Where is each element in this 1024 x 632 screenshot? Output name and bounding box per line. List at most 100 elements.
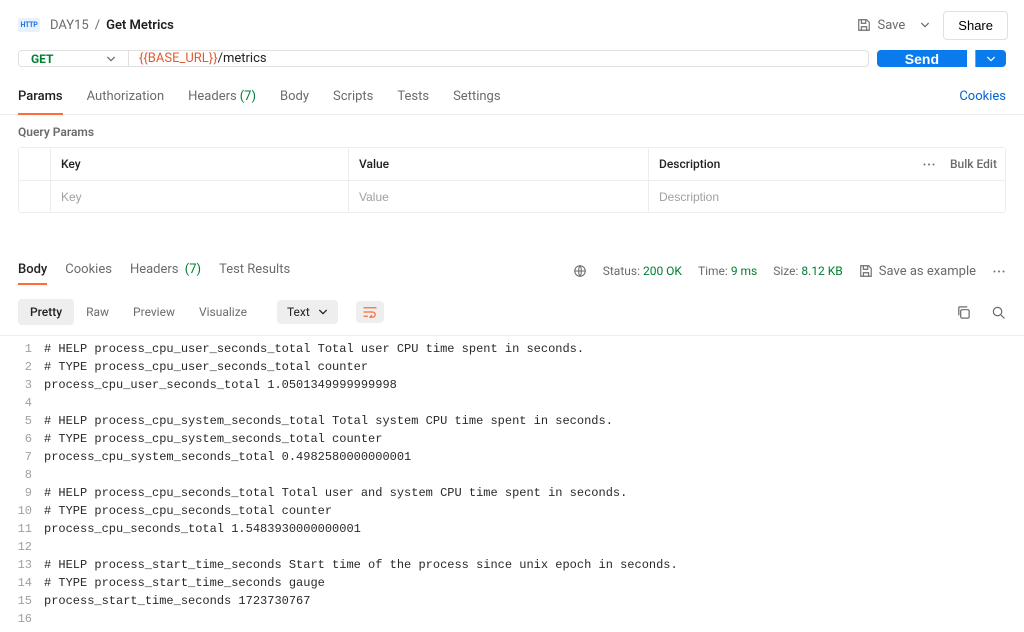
line-number: 9 [0, 484, 44, 502]
tab-headers-count: (7) [240, 89, 256, 104]
code-line: 2# TYPE process_cpu_user_seconds_total c… [0, 358, 1024, 376]
send-dropdown[interactable] [975, 50, 1006, 67]
bulk-edit-button[interactable]: Bulk Edit [950, 157, 997, 171]
code-line: 7process_cpu_system_seconds_total 0.4982… [0, 448, 1024, 466]
line-number: 3 [0, 376, 44, 394]
code-line: 1# HELP process_cpu_user_seconds_total T… [0, 340, 1024, 358]
method-label: GET [31, 52, 53, 66]
http-badge-icon: HTTP [18, 18, 40, 32]
method-select[interactable]: GET [19, 51, 129, 66]
line-number: 6 [0, 430, 44, 448]
chevron-down-icon [920, 20, 930, 30]
view-preview[interactable]: Preview [121, 299, 187, 325]
body-mode-select[interactable]: Text [277, 300, 338, 324]
save-dropdown[interactable] [913, 10, 937, 40]
time-label: Time: [698, 264, 728, 278]
col-desc: Description Bulk Edit [649, 148, 1005, 180]
wrap-toggle[interactable] [356, 301, 384, 323]
tab-scripts[interactable]: Scripts [333, 79, 373, 114]
line-number: 10 [0, 502, 44, 520]
tab-headers[interactable]: Headers (7) [188, 79, 256, 114]
line-content: # TYPE process_cpu_system_seconds_total … [44, 430, 382, 448]
tab-headers-label: Headers [188, 89, 237, 104]
share-button[interactable]: Share [943, 11, 1008, 40]
tab-authorization[interactable]: Authorization [87, 79, 165, 114]
save-button[interactable]: Save [849, 12, 913, 39]
resp-tab-test-results[interactable]: Test Results [219, 262, 290, 280]
save-label: Save [877, 18, 905, 33]
url-bar: GET {{BASE_URL}}/metrics [18, 50, 869, 67]
breadcrumb-current[interactable]: Get Metrics [106, 18, 174, 33]
col-value: Value [349, 148, 649, 180]
line-number: 5 [0, 412, 44, 430]
response-body[interactable]: 1# HELP process_cpu_user_seconds_total T… [0, 335, 1024, 632]
send-button[interactable]: Send [877, 50, 967, 67]
code-line: 8 [0, 466, 1024, 484]
col-options-icon[interactable] [922, 163, 936, 166]
line-content: # TYPE process_cpu_seconds_total counter [44, 502, 332, 520]
breadcrumb-parent[interactable]: DAY15 [50, 18, 89, 33]
tab-settings[interactable]: Settings [453, 79, 500, 114]
table-grip-header [19, 148, 51, 180]
code-line: 3process_cpu_user_seconds_total 1.050134… [0, 376, 1024, 394]
tab-params[interactable]: Params [18, 79, 63, 114]
code-line: 12 [0, 538, 1024, 556]
save-as-example-label: Save as example [879, 264, 976, 279]
status-value: 200 OK [643, 264, 682, 278]
line-content: process_cpu_seconds_total 1.548393000000… [44, 520, 361, 538]
line-content: # HELP process_cpu_user_seconds_total To… [44, 340, 584, 358]
size-kv: Size: 8.12 KB [773, 264, 843, 278]
wrap-icon [363, 306, 377, 318]
body-mode-label: Text [287, 305, 310, 319]
line-number: 7 [0, 448, 44, 466]
line-number: 13 [0, 556, 44, 574]
size-label: Size: [773, 264, 798, 278]
resp-tab-cookies[interactable]: Cookies [65, 262, 112, 280]
line-content: # HELP process_cpu_system_seconds_total … [44, 412, 613, 430]
code-line: 16 [0, 610, 1024, 628]
view-raw[interactable]: Raw [74, 299, 121, 325]
line-content: # TYPE process_start_time_seconds gauge [44, 574, 325, 592]
search-button[interactable] [991, 305, 1006, 320]
resp-tab-headers[interactable]: Headers (7) [130, 262, 201, 280]
more-options-icon[interactable] [992, 270, 1006, 273]
query-params-heading: Query Params [0, 115, 1024, 147]
query-params-table: Key Value Description Bulk Edit [18, 147, 1006, 213]
value-input[interactable] [359, 190, 638, 204]
status-label: Status: [603, 264, 640, 278]
key-input[interactable] [61, 190, 338, 204]
resp-tab-headers-count: (7) [185, 262, 201, 277]
save-icon [859, 264, 873, 278]
url-input[interactable]: {{BASE_URL}}/metrics [129, 51, 868, 66]
globe-icon[interactable] [573, 264, 587, 278]
status-kv: Status: 200 OK [603, 264, 682, 278]
tab-tests[interactable]: Tests [397, 79, 429, 114]
cookies-link[interactable]: Cookies [959, 89, 1006, 104]
line-number: 14 [0, 574, 44, 592]
save-icon [857, 18, 871, 32]
line-content: # HELP process_start_time_seconds Start … [44, 556, 678, 574]
resp-tab-body[interactable]: Body [18, 262, 47, 280]
line-number: 11 [0, 520, 44, 538]
code-line: 9# HELP process_cpu_seconds_total Total … [0, 484, 1024, 502]
tab-body[interactable]: Body [280, 79, 309, 114]
breadcrumb-sep: / [95, 18, 100, 33]
col-desc-label: Description [659, 157, 720, 171]
view-pretty[interactable]: Pretty [18, 299, 74, 325]
save-as-example-button[interactable]: Save as example [859, 264, 976, 279]
view-visualize[interactable]: Visualize [187, 299, 259, 325]
line-number: 15 [0, 592, 44, 610]
resp-tab-headers-label: Headers [130, 262, 179, 277]
table-grip[interactable] [19, 181, 51, 212]
code-line: 10# TYPE process_cpu_seconds_total count… [0, 502, 1024, 520]
desc-input[interactable] [659, 190, 995, 204]
code-line: 13# HELP process_start_time_seconds Star… [0, 556, 1024, 574]
time-value: 9 ms [731, 264, 757, 278]
code-line: 5# HELP process_cpu_system_seconds_total… [0, 412, 1024, 430]
copy-button[interactable] [956, 305, 971, 320]
url-path: /metrics [218, 51, 267, 66]
line-number: 2 [0, 358, 44, 376]
code-line: 14# TYPE process_start_time_seconds gaug… [0, 574, 1024, 592]
line-content: process_start_time_seconds 1723730767 [44, 592, 310, 610]
url-variable: {{BASE_URL}} [139, 51, 218, 66]
